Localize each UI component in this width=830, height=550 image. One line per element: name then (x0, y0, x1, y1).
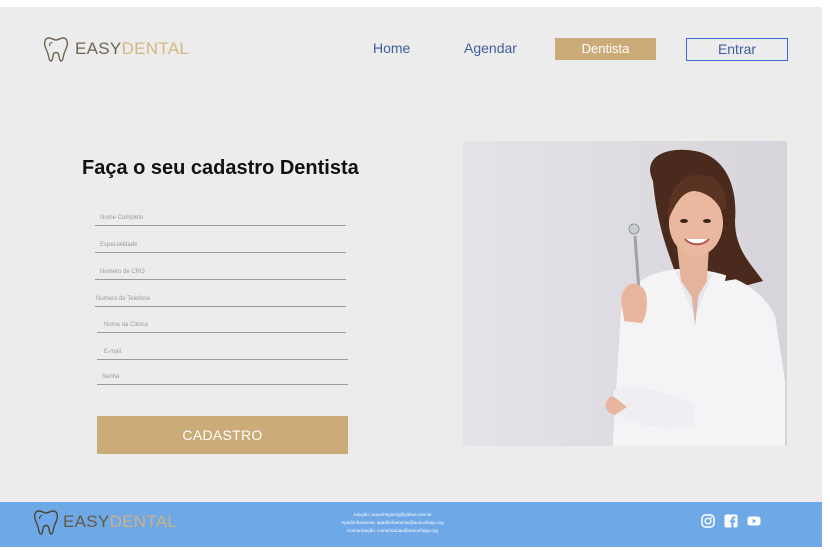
field-email[interactable]: E-mail (97, 340, 348, 360)
field-nome-completo-placeholder: Nome Completo (100, 215, 144, 221)
nav-link-home[interactable]: Home (373, 40, 410, 56)
youtube-icon[interactable] (747, 514, 761, 528)
field-email-placeholder: E-mail (104, 349, 122, 355)
field-senha-placeholder: Senha (102, 374, 120, 380)
footer-contacts: Adoção: acaochegoorg@yahoo.com.br Apadri… (300, 511, 485, 535)
field-nome-clinica[interactable]: Nome da Clinica (97, 313, 346, 333)
top-strip (0, 0, 830, 7)
field-nome-completo[interactable]: Nome Completo (95, 206, 346, 226)
facebook-icon[interactable] (724, 514, 738, 528)
contact-comunicacao: Comunicação: comunicacao@acaochego.org (347, 528, 438, 533)
brand-logo[interactable]: EASYDENTAL (42, 35, 189, 63)
brand-name-part2: DENTAL (121, 39, 190, 58)
footer-brand-logo[interactable]: EASYDENTAL (32, 508, 177, 536)
nav-button-dentista[interactable]: Dentista (555, 38, 656, 60)
brand-name-part1: EASY (75, 39, 122, 58)
submit-button[interactable]: CADASTRO (97, 416, 348, 454)
tooth-icon (43, 37, 69, 62)
field-numero-cro-placeholder: Numero de CRO (100, 269, 145, 275)
nav-button-entrar[interactable]: Entrar (686, 38, 788, 61)
field-especialidade[interactable]: Especialidade (95, 233, 346, 253)
brand-name: EASYDENTAL (75, 39, 189, 59)
field-nome-clinica-placeholder: Nome da Clinica (104, 322, 149, 328)
social-links (701, 514, 761, 528)
dentist-photo (463, 141, 787, 446)
navbar: EASYDENTAL Home Agendar Dentista Entrar (0, 7, 822, 102)
page: EASYDENTAL Home Agendar Dentista Entrar … (0, 7, 822, 547)
field-senha[interactable]: Senha (97, 365, 348, 385)
field-telefone-placeholder: Numero de Telefone (96, 296, 150, 302)
nav-link-agendar[interactable]: Agendar (464, 40, 517, 56)
footer-brand-name-part1: EASY (63, 512, 110, 531)
footer-brand-name-part2: DENTAL (109, 512, 178, 531)
contact-adocao: Adoção: acaochegoorg@yahoo.com.br (353, 512, 432, 517)
tooth-icon (33, 510, 59, 535)
dentist-illustration (463, 141, 787, 446)
field-especialidade-placeholder: Especialidade (100, 242, 138, 248)
footer-brand-name: EASYDENTAL (63, 512, 177, 532)
contact-apadrinhamento: Apadrinhamento: apadrinhamento@acaochego… (341, 520, 444, 525)
field-numero-cro[interactable]: Numero de CRO (95, 260, 346, 280)
field-telefone[interactable]: Numero de Telefone (95, 287, 346, 307)
form-title: Faça o seu cadastro Dentista (82, 157, 359, 179)
instagram-icon[interactable] (701, 514, 715, 528)
footer: EASYDENTAL Adoção: acaochegoorg@yahoo.co… (0, 502, 822, 547)
